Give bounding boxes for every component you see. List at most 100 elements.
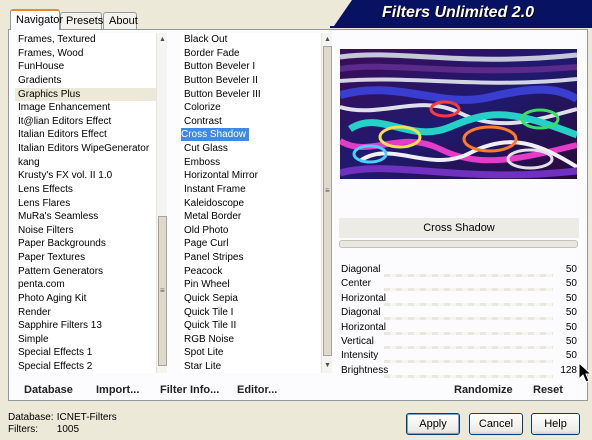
filter-item[interactable]: Cross Shadow	[181, 128, 320, 142]
scroll-down-arrow-icon[interactable]: ▼	[322, 360, 333, 371]
parameter-slider[interactable]	[384, 374, 553, 378]
category-item[interactable]: Frames, Wood	[15, 47, 157, 61]
category-item[interactable]: Image Enhancement	[15, 101, 157, 115]
category-item[interactable]: Special Effects 2	[15, 360, 157, 373]
category-item[interactable]: penta.com	[15, 278, 157, 292]
filter-item[interactable]: RGB Noise	[181, 333, 320, 347]
filter-item[interactable]: Quick Tile I	[181, 306, 320, 320]
filter-item[interactable]: Cut Glass	[181, 142, 320, 156]
filter-item[interactable]: Horizontal Mirror	[181, 169, 320, 183]
current-filter-name: Cross Shadow	[339, 218, 579, 238]
apply-button[interactable]: Apply	[406, 413, 460, 435]
parameter-value: 50	[565, 350, 577, 362]
category-item[interactable]: Italian Editors Effect	[15, 128, 157, 142]
scroll-up-arrow-icon[interactable]: ▲	[157, 34, 168, 45]
parameter-value: 50	[565, 307, 577, 319]
parameter-row: Brightness 128	[339, 364, 579, 378]
filter-item[interactable]: Emboss	[181, 156, 320, 170]
category-item[interactable]: Italian Editors WipeGenerator	[15, 142, 157, 156]
category-item[interactable]: Lens Effects	[15, 183, 157, 197]
filter-item[interactable]: Button Beveler II	[181, 74, 320, 88]
filter-item[interactable]: Quick Tile II	[181, 319, 320, 333]
banner-title: Filters Unlimited 2.0	[382, 4, 535, 21]
filter-item[interactable]: Kaleidoscope	[181, 197, 320, 211]
parameter-value: 50	[565, 336, 577, 347]
filter-item[interactable]: Spot Lite	[181, 346, 320, 360]
filter-item[interactable]: Old Photo	[181, 224, 320, 238]
filter-item[interactable]: Border Fade	[181, 47, 320, 61]
category-item[interactable]: It@lian Editors Effect	[15, 115, 157, 129]
category-item[interactable]: Krusty's FX vol. II 1.0	[15, 169, 157, 183]
editor-button[interactable]: Editor...	[237, 384, 277, 396]
preview-swirl-image	[340, 49, 577, 179]
filter-item[interactable]: Star Lite	[181, 360, 320, 373]
tab-navigator[interactable]: Navigator	[10, 9, 63, 30]
category-item[interactable]: Gradients	[15, 74, 157, 88]
import-button[interactable]: Import...	[96, 384, 139, 396]
help-button[interactable]: Help	[531, 413, 580, 435]
filter-item[interactable]: Peacock	[181, 265, 320, 279]
filters-count-value: 1005	[56, 424, 80, 435]
randomize-button[interactable]: Randomize	[454, 384, 513, 396]
category-item[interactable]: Sapphire Filters 13	[15, 319, 157, 333]
grip-icon: ≡	[160, 286, 165, 295]
category-item[interactable]: Frames, Textured	[15, 33, 157, 47]
filter-item[interactable]: Instant Frame	[181, 183, 320, 197]
category-item[interactable]: Photo Aging Kit	[15, 292, 157, 306]
cancel-button[interactable]: Cancel	[469, 413, 523, 435]
filter-list[interactable]: Black Out Border Fade Button Beveler I Butt…	[181, 33, 320, 373]
parameter-value: 128	[560, 364, 577, 376]
mouse-cursor-icon	[578, 362, 592, 383]
filter-item[interactable]: Button Beveler III	[181, 88, 320, 102]
filters-count-label: Filters:	[8, 424, 38, 435]
parameter-name: Intensity	[341, 350, 379, 362]
reset-button[interactable]: Reset	[533, 384, 563, 396]
filter-scroll-thumb[interactable]: ≡	[323, 46, 332, 356]
category-item[interactable]: Paper Textures	[15, 251, 157, 265]
parameter-row: Vertical 50	[339, 335, 579, 349]
parameter-name: Diagonal	[341, 307, 381, 319]
category-scroll-thumb[interactable]: ≡	[158, 216, 167, 366]
category-item[interactable]: Render	[15, 306, 157, 320]
parameter-row: Horizontal 50	[339, 321, 579, 335]
parameter-row: Diagonal 50	[339, 306, 579, 321]
filter-item[interactable]: Contrast	[181, 115, 320, 129]
filter-info-button[interactable]: Filter Info...	[160, 384, 219, 396]
category-list[interactable]: Frames, Textured Frames, Wood FunHouse Grad…	[15, 33, 157, 373]
filter-item[interactable]: Button Beveler I	[181, 60, 320, 74]
category-item[interactable]: kang	[15, 156, 157, 170]
scroll-up-arrow-icon[interactable]: ▲	[322, 34, 333, 45]
grip-icon: ≡	[325, 186, 330, 195]
filter-item[interactable]: Panel Stripes	[181, 251, 320, 265]
parameter-name: Vertical	[341, 336, 374, 347]
database-button[interactable]: Database	[24, 384, 73, 396]
category-item[interactable]: Pattern Generators	[15, 265, 157, 279]
category-scrollbar[interactable]: ▲ ≡	[156, 33, 167, 373]
filter-scrollbar[interactable]: ▲ ≡ ▼	[321, 33, 332, 373]
category-item[interactable]: Simple	[15, 333, 157, 347]
filter-item[interactable]: Colorize	[181, 101, 320, 115]
database-value: ICNET-Filters	[56, 412, 117, 423]
parameter-name: Brightness	[341, 364, 389, 376]
filter-item[interactable]: Pin Wheel	[181, 278, 320, 292]
banner-underline	[330, 26, 592, 28]
category-item[interactable]: MuRa's Seamless	[15, 210, 157, 224]
filter-preview-image	[340, 49, 577, 179]
tab-presets[interactable]: Presets	[60, 12, 103, 29]
tab-about[interactable]: About	[103, 12, 138, 29]
parameter-name: Horizontal	[341, 292, 387, 304]
selected-filter-label[interactable]: Cross Shadow	[181, 128, 250, 142]
filter-item[interactable]: Black Out	[181, 33, 320, 47]
parameter-name: Diagonal	[341, 264, 381, 275]
status-area: Database: ICNET-Filters Filters: 1005	[8, 412, 117, 436]
parameter-name: Center	[341, 278, 372, 290]
category-item[interactable]: Noise Filters	[15, 224, 157, 238]
category-item[interactable]: Paper Backgrounds	[15, 237, 157, 251]
category-item[interactable]: Special Effects 1	[15, 346, 157, 360]
filter-item[interactable]: Page Curl	[181, 237, 320, 251]
category-item[interactable]: Graphics Plus	[15, 87, 157, 102]
filter-item[interactable]: Metal Border	[181, 210, 320, 224]
category-item[interactable]: FunHouse	[15, 60, 157, 74]
category-item[interactable]: Lens Flares	[15, 197, 157, 211]
filter-item[interactable]: Quick Sepia	[181, 292, 320, 306]
